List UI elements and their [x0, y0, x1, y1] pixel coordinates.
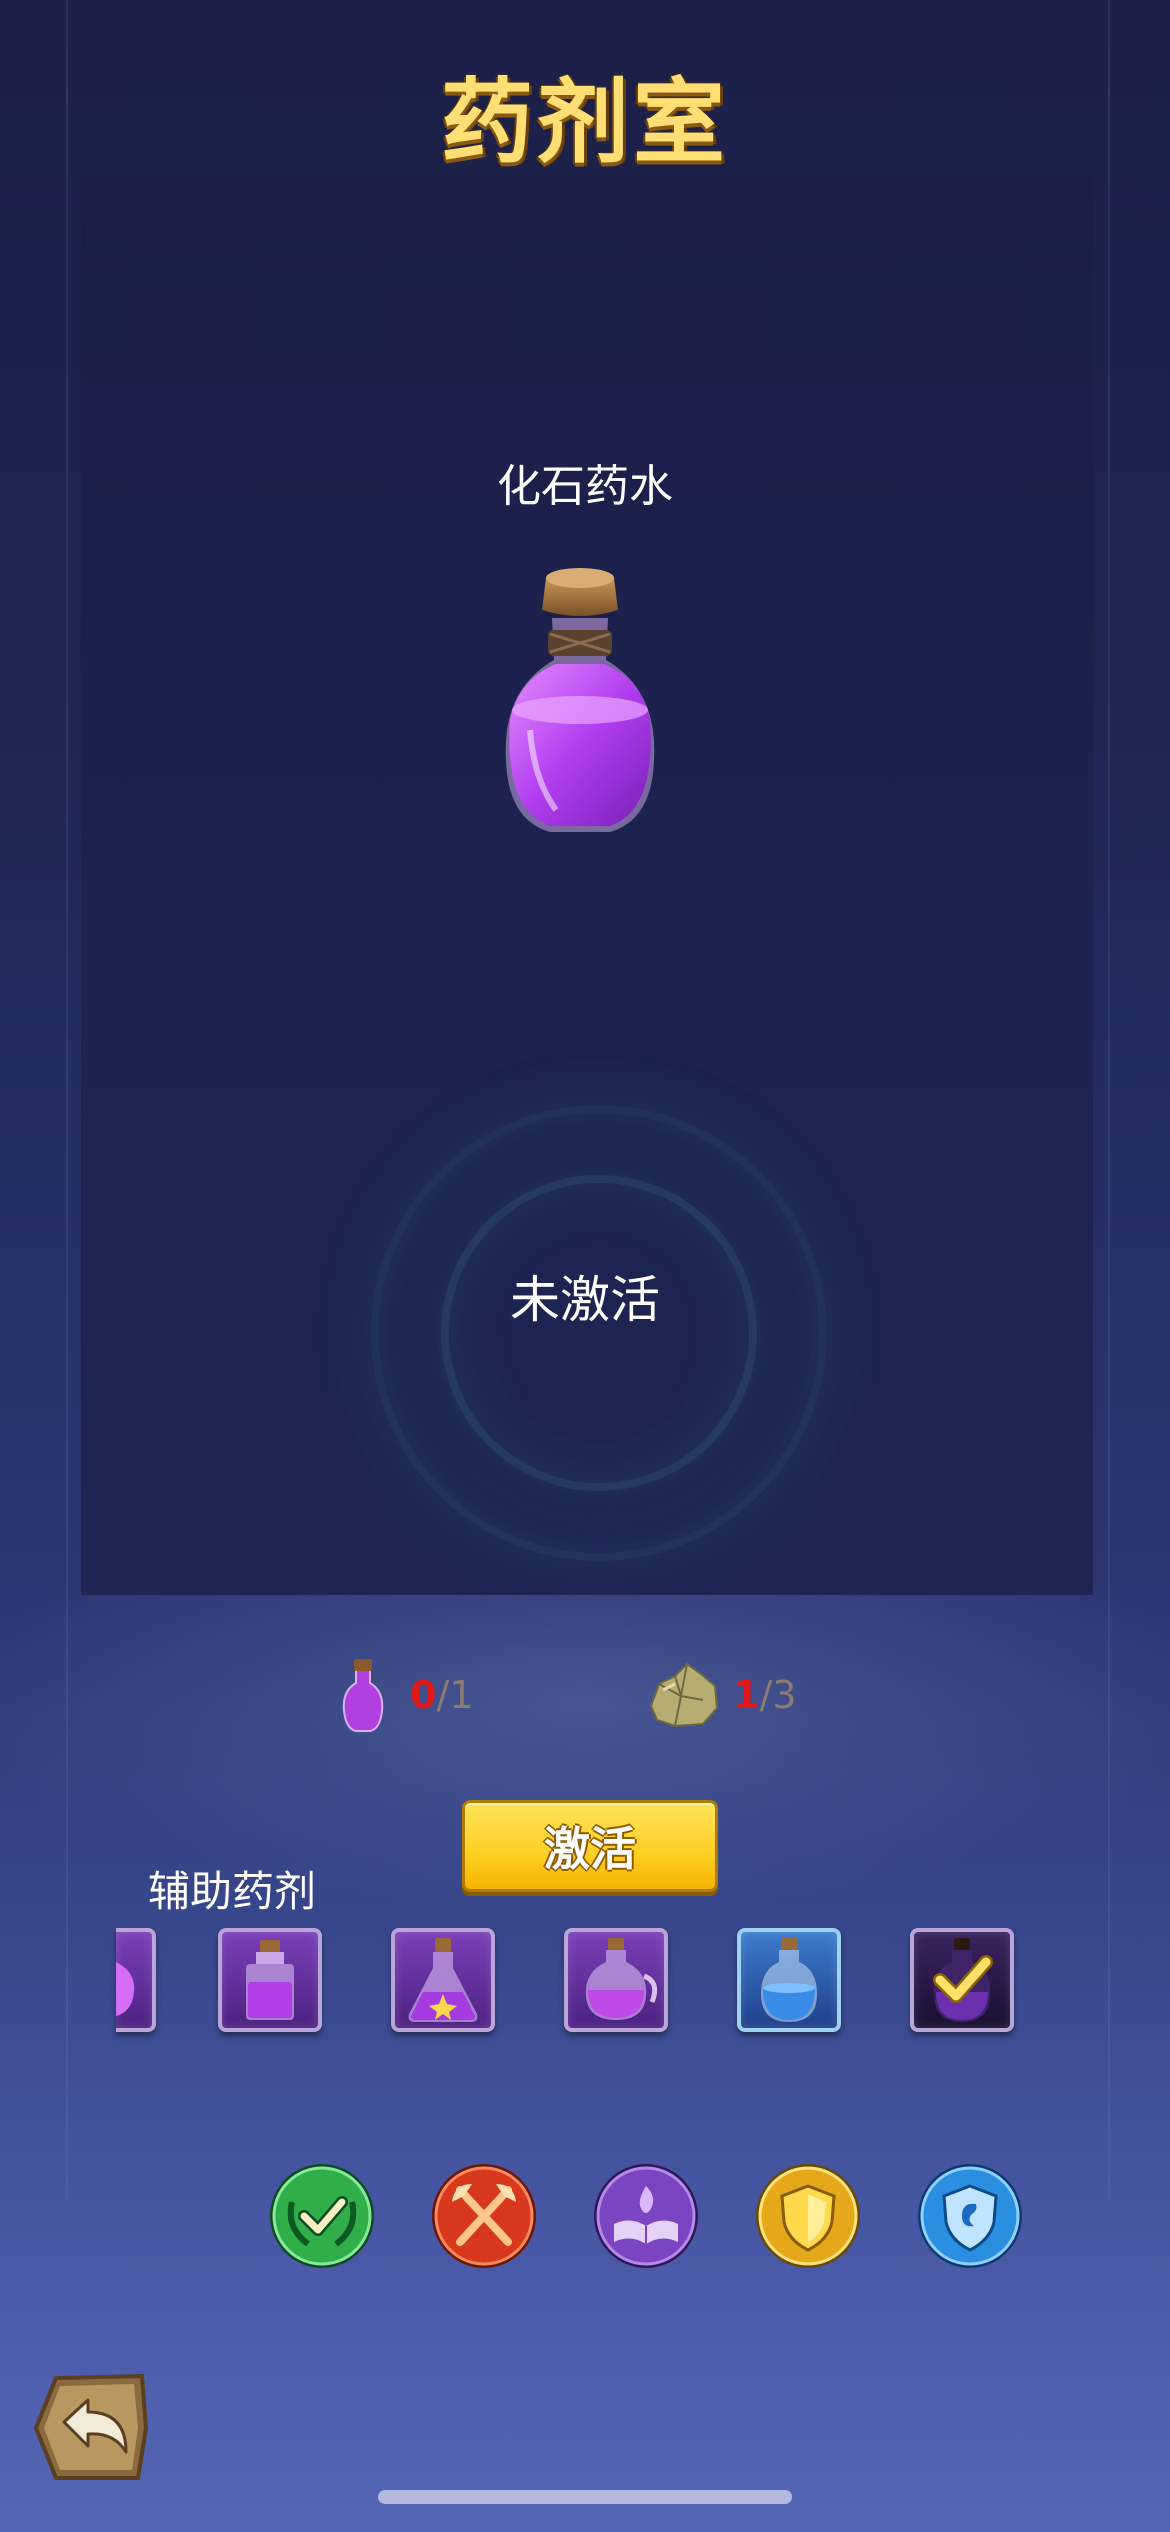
category-purple-book[interactable] [592, 2162, 700, 2270]
category-gold-shield[interactable] [754, 2162, 862, 2270]
purple-square-bottle-icon [246, 1940, 294, 2020]
activation-status: 未激活 [510, 1271, 660, 1329]
potion-display-panel [81, 175, 1093, 1595]
aux-slot-square-bottle[interactable] [218, 1928, 322, 2032]
portal-ring-inner [441, 1175, 757, 1491]
blue-shield-icon [918, 2164, 1022, 2268]
frame-line-left [66, 0, 68, 2200]
fossil-ore-icon [649, 1662, 719, 1728]
aux-slot-jug-potion[interactable] [564, 1928, 668, 2032]
requirement-fossil: 1/3 [645, 1655, 796, 1735]
requirement-potion-have: 0 [410, 1673, 437, 1717]
category-green-check[interactable] [268, 2162, 376, 2270]
red-crossed-axes-icon [432, 2164, 536, 2268]
purple-potion-partial-icon [116, 1962, 135, 2016]
aux-slot-partial[interactable] [116, 1928, 156, 2032]
requirement-potion: 0/1 [340, 1655, 473, 1735]
requirement-potion-sep: / [436, 1673, 450, 1717]
blue-potion-bottle-icon [761, 1938, 817, 2022]
check-icon [933, 1955, 993, 2003]
requirement-fossil-sep: / [759, 1673, 773, 1717]
green-check-wreath-icon [270, 2164, 374, 2268]
potion-name: 化石药水 [497, 461, 673, 512]
gold-shield-icon [756, 2164, 860, 2268]
aux-potions-label: 辅助药剂 [148, 1867, 317, 1916]
aux-slot-dark-potion-checked[interactable] [910, 1928, 1014, 2032]
activate-button[interactable]: 激活 [462, 1800, 718, 1892]
home-indicator [378, 2490, 792, 2504]
requirement-fossil-have: 1 [733, 1673, 760, 1717]
gold-sparkle-flask-icon [408, 1938, 478, 2022]
back-button[interactable] [30, 2372, 150, 2484]
aux-slot-blue-potion[interactable] [737, 1928, 841, 2032]
page-title: 药剂室 [440, 68, 729, 176]
requirement-potion-need: 1 [449, 1673, 474, 1717]
back-arrow-icon [33, 2373, 149, 2480]
purple-spellbook-icon [594, 2164, 698, 2268]
aux-slot-sparkle-flask[interactable] [391, 1928, 495, 2032]
category-blue-shield[interactable] [916, 2162, 1024, 2270]
requirement-fossil-need: 3 [772, 1673, 797, 1717]
purple-jug-potion-icon [585, 1938, 658, 2020]
purple-potion-bottle-icon [505, 568, 655, 832]
small-purple-potion-icon [342, 1659, 384, 1732]
category-red-axes[interactable] [430, 2162, 538, 2270]
frame-line-right [1108, 0, 1110, 2200]
